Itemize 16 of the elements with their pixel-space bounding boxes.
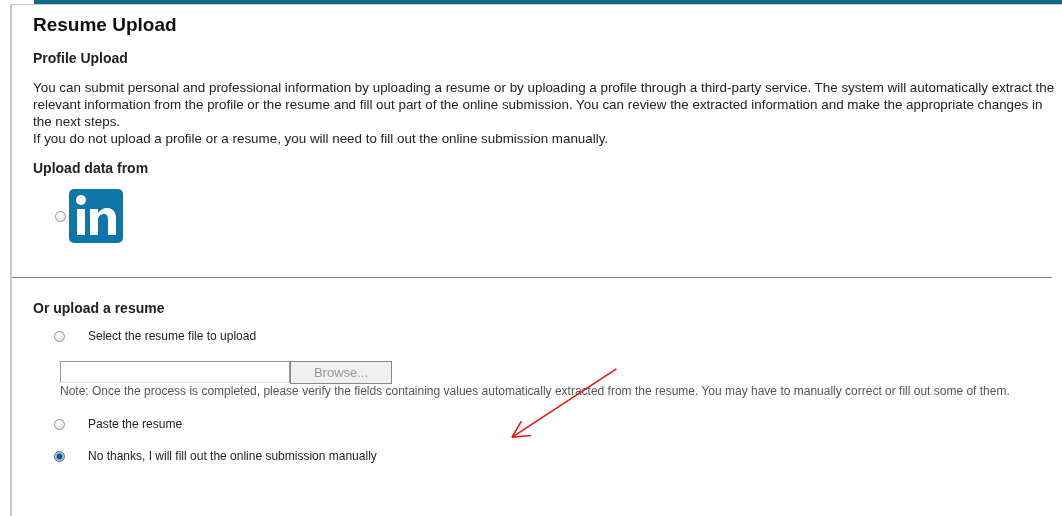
radio-button[interactable] <box>54 330 65 342</box>
section-heading: Or upload a resume <box>33 300 166 316</box>
option-label: Paste the resume <box>88 417 183 431</box>
page-title: Resume Upload <box>33 14 178 36</box>
file-path-field[interactable] <box>60 361 290 383</box>
description-text: If you do not upload a profile or a resume, you will need to fill out the online submission manually. <box>33 130 610 147</box>
browse-button[interactable]: Browse... <box>290 361 392 384</box>
description-text: You can submit personal and professional information by uploading a resume or by uploading a profile through a third-party service. The system will automatically extract the relevant information from the profile or the resume and fill out part of the online submission. You can review the extracted information and make the appropriate changes in the next steps. <box>33 79 1056 130</box>
option-label: No thanks, I will fill out the online submission manually <box>88 449 377 463</box>
radio-button[interactable] <box>54 450 65 462</box>
option-label: Select the resume file to upload <box>88 329 257 343</box>
section-heading: Upload data from <box>33 160 150 176</box>
section-heading: Profile Upload <box>33 50 129 66</box>
radio-button[interactable] <box>55 210 66 222</box>
radio-button[interactable] <box>54 418 65 430</box>
linkedin-logo-icon[interactable] <box>69 189 123 243</box>
